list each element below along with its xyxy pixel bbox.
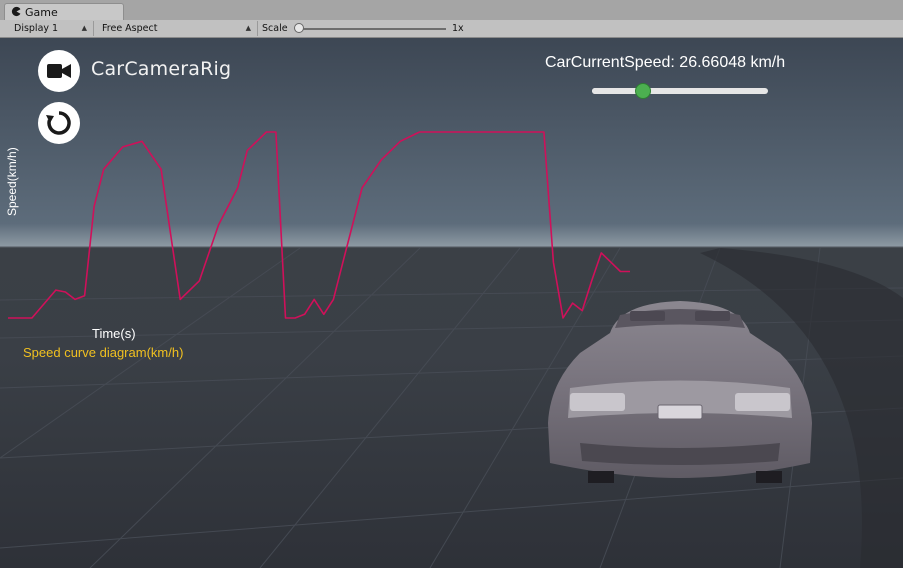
video-camera-icon: [47, 64, 71, 78]
scale-value: 1x: [452, 23, 464, 34]
game-view[interactable]: CarCameraRig CarCurrentSpeed: 26.66048 k…: [0, 38, 903, 568]
chart-caption: Speed curve diagram(km/h): [23, 345, 184, 360]
display-dropdown-label: Display 1: [14, 23, 59, 34]
reset-rotate-icon: [46, 111, 71, 135]
game-toolbar: Display 1 ▲︎ Free Aspect ▲︎ Scale 1x: [0, 20, 903, 38]
camera-rig-label: CarCameraRig: [91, 58, 232, 80]
scale-slider-track[interactable]: [296, 28, 446, 30]
game-tab-bar: Game: [0, 0, 903, 21]
dropdown-arrows-icon: ▲︎: [245, 24, 251, 32]
reset-button[interactable]: [38, 102, 80, 144]
tab-game-label: Game: [25, 6, 58, 19]
chart-x-axis-label: Time(s): [92, 326, 136, 341]
scale-slider-thumb[interactable]: [294, 23, 304, 33]
chart-y-axis-label: Speed(km/h): [5, 147, 19, 216]
current-speed-text: CarCurrentSpeed: 26.66048 km/h: [545, 54, 786, 71]
tab-game[interactable]: Game: [4, 3, 124, 20]
display-dropdown[interactable]: Display 1 ▲︎: [8, 21, 94, 36]
aspect-dropdown[interactable]: Free Aspect ▲︎: [96, 21, 258, 36]
car-model: [548, 301, 812, 483]
dropdown-arrows-icon: ▲︎: [81, 24, 87, 32]
speed-curve-series: [8, 131, 630, 319]
speed-slider-thumb[interactable]: [635, 83, 652, 99]
pacman-game-icon: [11, 6, 21, 17]
camera-button[interactable]: [38, 50, 80, 92]
aspect-dropdown-label: Free Aspect: [102, 23, 158, 34]
scale-label: Scale: [262, 23, 288, 34]
speed-slider[interactable]: [592, 83, 768, 99]
